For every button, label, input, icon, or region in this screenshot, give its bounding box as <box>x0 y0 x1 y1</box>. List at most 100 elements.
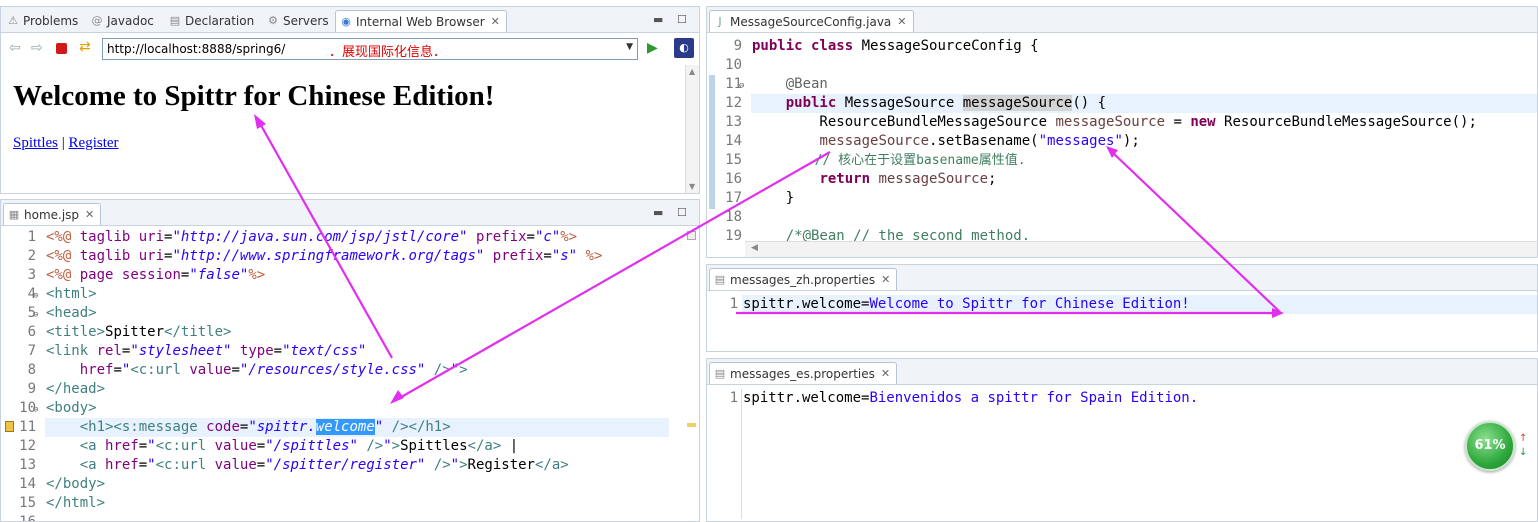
tab-problems[interactable]: ⚠ Problems <box>3 10 78 32</box>
annotation-text: ．展现国际化信息． <box>329 45 447 60</box>
code-line: <%@ page session="false"%> <box>46 267 266 283</box>
line-number: 1 <box>27 229 36 245</box>
browser-pane: ⚠ Problems @ Javadoc ▤ Declaration ⚙ Servers… <box>0 6 700 194</box>
eclipse-icon[interactable]: ◐ <box>674 38 694 58</box>
refresh-icon[interactable]: ⇄ <box>79 39 91 55</box>
code-line: spittr.welcome=Welcome to Spittr for Chi… <box>743 295 1190 314</box>
tab-messages-es[interactable]: ▤ messages_es.properties ✕ <box>709 362 898 384</box>
tab-internal-web-browser[interactable]: ◉ Internal Web Browser ✕ <box>335 10 507 32</box>
fold-icon[interactable]: ⊖ <box>33 401 38 420</box>
fold-icon[interactable]: ⊖ <box>33 287 38 306</box>
close-icon[interactable]: ✕ <box>881 273 890 286</box>
property-key: spittr.welcome= <box>743 390 870 406</box>
close-icon[interactable]: ✕ <box>897 15 906 28</box>
browser-scrollbar[interactable]: ▲ ▼ <box>685 65 699 193</box>
page-links: Spittles | Register <box>13 135 119 152</box>
code-line: messageSource.setBasename("messages"); <box>819 133 1140 149</box>
properties-file-icon: ▤ <box>714 272 726 286</box>
line-number: 7 <box>27 343 36 359</box>
line-number: 8 <box>27 362 36 378</box>
tab-messages-zh[interactable]: ▤ messages_zh.properties ✕ <box>709 268 898 290</box>
line-number: 10 <box>725 57 742 73</box>
servers-icon: ⚙ <box>268 14 278 27</box>
code-comment: // 核心在于设置basename属性值. <box>814 153 1026 168</box>
line-number: 1 <box>729 390 738 406</box>
spittles-link[interactable]: Spittles <box>13 135 58 151</box>
page-heading: Welcome to Spittr for Chinese Edition! <box>13 80 495 112</box>
maximize-icon[interactable]: ☐ <box>677 13 687 26</box>
line-number: 15 <box>725 152 742 168</box>
java-tabbar: J MessageSourceConfig.java ✕ <box>707 7 1537 33</box>
fold-icon[interactable]: ⊖ <box>739 77 744 96</box>
code-line: </html> <box>46 495 106 511</box>
overview-marker[interactable] <box>687 423 696 427</box>
browser-tabbar: ⚠ Problems @ Javadoc ▤ Declaration ⚙ Servers… <box>1 7 699 33</box>
java-code[interactable]: 9 10 11 12 13 14 15 16 17 18 19 ⊖ public… <box>707 37 1537 247</box>
line-number: 13 <box>725 114 742 130</box>
code-line: </head> <box>46 381 106 397</box>
jsp-file-icon: ▦ <box>8 207 20 221</box>
line-number: 17 <box>725 190 742 206</box>
code-line: <h1><s:message code="spittr.welcome" /><… <box>79 419 451 435</box>
gauge-label: 61% <box>1474 438 1506 453</box>
scroll-down-icon[interactable]: ▼ <box>689 182 695 191</box>
memory-gauge[interactable]: 61% <box>1465 421 1515 471</box>
close-icon[interactable]: ✕ <box>881 367 890 380</box>
line-number: 3 <box>27 267 36 283</box>
props-es-code[interactable]: 1 spittr.welcome=Bienvenidos a spittr fo… <box>707 389 1537 519</box>
code-line: <%@ taglib uri="http://java.sun.com/jsp/… <box>46 229 578 245</box>
warning-marker-icon[interactable] <box>5 421 14 432</box>
line-number: 1 <box>729 296 738 312</box>
close-icon[interactable]: ✕ <box>491 15 500 28</box>
code-line: ResourceBundleMessageSource messageSourc… <box>752 114 1477 130</box>
code-line: <body> <box>46 400 97 416</box>
tab-home-jsp[interactable]: ▦ home.jsp ✕ <box>3 203 102 225</box>
java-editor-pane: J MessageSourceConfig.java ✕ 9 10 11 12 13… <box>706 6 1538 258</box>
code-line: <a href="<c:url value="/spittles" />">Sp… <box>79 438 519 454</box>
globe-icon: ◉ <box>341 14 351 28</box>
props-zh-pane: ▤ messages_zh.properties ✕ 1 spittr.welcom… <box>706 264 1538 352</box>
scroll-left-icon[interactable]: ◀ <box>751 243 758 253</box>
java-hscrollbar[interactable]: ◀ <box>745 241 1537 257</box>
code-line: @Bean <box>785 76 828 92</box>
download-arrow-icon: ↓ <box>1519 447 1528 458</box>
line-number: 9 <box>733 38 742 54</box>
jsp-code[interactable]: 1 2 3 4 5 6 7 8 9 10 11 12 13 14 15 16 ⊖… <box>1 228 699 522</box>
scroll-up-icon[interactable]: ▲ <box>689 67 695 76</box>
line-number: 16 <box>19 514 36 522</box>
minimize-icon[interactable]: ▬ <box>653 13 663 26</box>
url-field[interactable]: http://localhost:8888/spring6/ ．展现国际化信息．… <box>102 38 638 60</box>
dropdown-icon[interactable]: ▼ <box>626 42 633 52</box>
properties-file-icon: ▤ <box>714 366 726 380</box>
url-text: http://localhost:8888/spring6/ <box>107 42 286 56</box>
tab-message-source-config[interactable]: J MessageSourceConfig.java ✕ <box>709 10 914 32</box>
forward-icon[interactable]: ⇨ <box>31 40 43 56</box>
maximize-icon[interactable]: ☐ <box>677 206 687 219</box>
code-line: spittr.welcome=Bienvenidos a spittr for … <box>743 389 1198 408</box>
props-zh-code[interactable]: 1 spittr.welcome=Welcome to Spittr for C… <box>707 295 1537 335</box>
tab-servers[interactable]: ⚙ Servers <box>263 10 329 32</box>
code-line: return messageSource; <box>819 171 997 187</box>
line-number: 15 <box>19 495 36 511</box>
property-key: spittr.welcome= <box>743 296 870 312</box>
line-number: 14 <box>725 133 742 149</box>
line-number: 19 <box>725 228 742 244</box>
back-icon[interactable]: ⇦ <box>9 40 21 56</box>
line-number: 16 <box>725 171 742 187</box>
line-number: 14 <box>19 476 36 492</box>
web-page: Welcome to Spittr for Chinese Edition! S… <box>1 65 685 193</box>
tab-declaration[interactable]: ▤ Declaration <box>165 10 254 32</box>
fold-icon[interactable]: ⊖ <box>33 306 38 325</box>
line-number: 12 <box>19 438 36 454</box>
code-line: <a href="<c:url value="/spitter/register… <box>79 457 569 473</box>
close-icon[interactable]: ✕ <box>85 208 94 221</box>
browser-toolbar: ⇦ ⇨ ⇄ http://localhost:8888/spring6/ ．展现… <box>1 35 699 63</box>
stop-icon[interactable] <box>56 43 67 54</box>
tab-javadoc[interactable]: @ Javadoc <box>87 10 154 32</box>
go-icon[interactable]: ▶ <box>647 40 658 56</box>
minimize-icon[interactable]: ▬ <box>653 206 663 219</box>
gutter-divider <box>741 389 742 519</box>
problems-icon: ⚠ <box>8 14 18 27</box>
register-link[interactable]: Register <box>69 135 119 151</box>
overview-marker[interactable] <box>687 231 696 240</box>
